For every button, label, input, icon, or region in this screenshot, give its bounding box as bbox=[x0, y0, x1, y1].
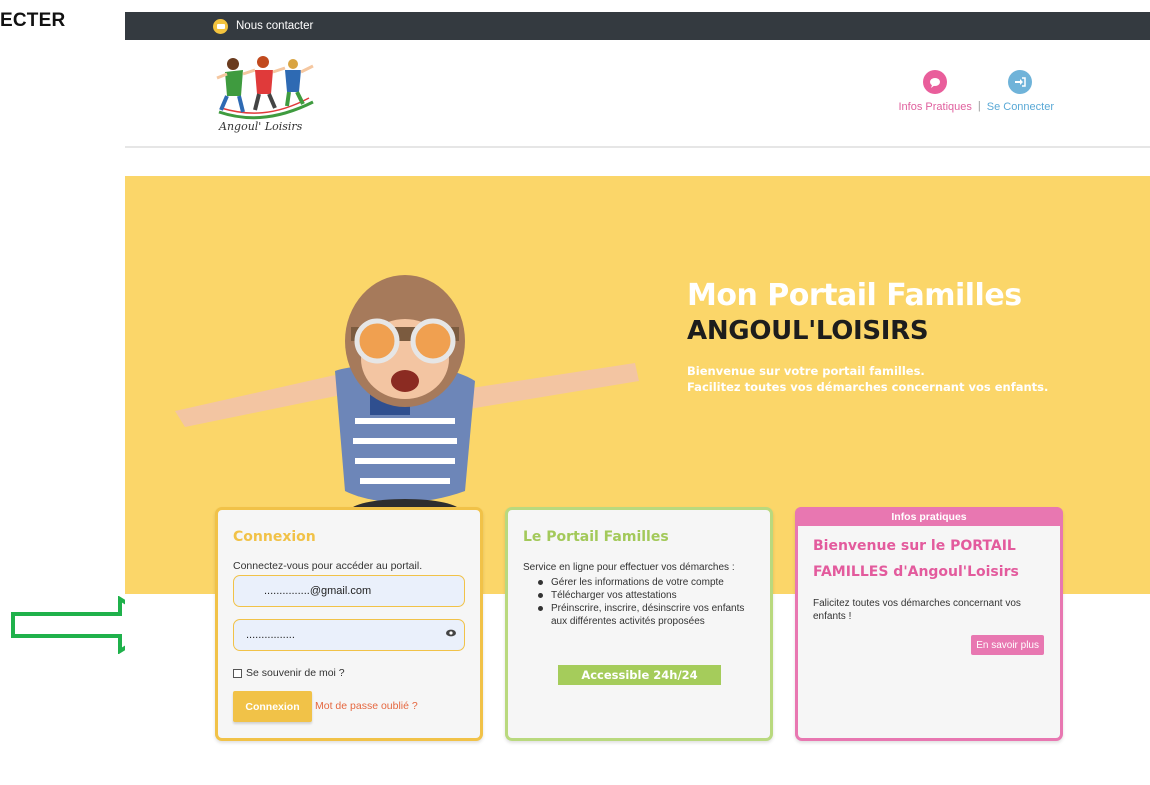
forgot-password-link[interactable]: Mot de passe oublié ? bbox=[315, 700, 418, 712]
list-item: Préinscrire, inscrire, désinscrire vos e… bbox=[538, 602, 763, 628]
infos-card-header: Infos pratiques bbox=[795, 507, 1063, 526]
angoul-loisirs-logo[interactable]: Angoul' Loisirs bbox=[213, 52, 323, 134]
login-card: Connexion Connectez-vous pour accéder au… bbox=[215, 507, 483, 741]
nav-connect-label[interactable]: Se Connecter bbox=[987, 101, 1054, 113]
portail-feature-list: Gérer les informations de votre compte T… bbox=[538, 576, 763, 628]
login-submit-button[interactable]: Connexion bbox=[233, 691, 312, 722]
nav-separator: | bbox=[977, 100, 981, 112]
login-intro: Connectez-vous pour accéder au portail. bbox=[233, 560, 423, 572]
hero-subtitle-line1: Bienvenue sur votre portail familles. bbox=[687, 364, 925, 378]
portail-familles-card: Le Portail Familles Service en ligne pou… bbox=[505, 507, 773, 741]
login-card-title: Connexion bbox=[233, 529, 316, 545]
top-bar: Nous contacter bbox=[125, 12, 1150, 40]
nav-infos-pratiques[interactable]: Infos Pratiques bbox=[899, 70, 972, 113]
portail-intro: Service en ligne pour effectuer vos déma… bbox=[523, 562, 735, 573]
cropped-side-label: ECTER bbox=[0, 10, 66, 31]
remember-me-label: Se souvenir de moi ? bbox=[246, 667, 345, 679]
contact-link[interactable]: Nous contacter bbox=[236, 20, 313, 32]
browser-viewport: Nous contacter Angoul' Loisirs Infos Pra… bbox=[125, 12, 1150, 785]
email-field[interactable]: ...............@gmail.com bbox=[233, 575, 465, 607]
learn-more-button[interactable]: En savoir plus bbox=[971, 635, 1044, 655]
password-field[interactable]: ................ bbox=[233, 619, 465, 651]
nav-se-connecter[interactable]: Se Connecter bbox=[987, 70, 1054, 113]
remember-me[interactable]: Se souvenir de moi ? bbox=[233, 667, 345, 679]
infos-card-description: Falicitez toutes vos démarches concernan… bbox=[813, 598, 1021, 622]
sign-in-icon[interactable] bbox=[1008, 70, 1033, 94]
infos-pratiques-card: Infos pratiques Bienvenue sur le PORTAIL… bbox=[795, 507, 1063, 741]
header-nav: Infos Pratiques | Se Connecter bbox=[899, 70, 1054, 113]
chat-bubble-icon[interactable] bbox=[923, 70, 948, 94]
password-value: ................ bbox=[246, 629, 295, 641]
svg-text:Angoul' Loisirs: Angoul' Loisirs bbox=[218, 120, 303, 133]
email-value: ...............@gmail.com bbox=[264, 585, 372, 597]
nav-infos-label[interactable]: Infos Pratiques bbox=[899, 101, 972, 113]
infos-card-title: Bienvenue sur le PORTAIL FAMILLES d'Ango… bbox=[813, 538, 1019, 580]
hero-title-brand: ANGOUL'LOISIRS bbox=[687, 316, 929, 346]
portail-card-title: Le Portail Familles bbox=[523, 529, 669, 545]
eye-icon[interactable] bbox=[446, 629, 456, 637]
list-item: Télécharger vos attestations bbox=[538, 589, 763, 602]
site-header: Angoul' Loisirs Infos Pratiques | Se Con… bbox=[125, 40, 1150, 148]
hero-subtitle-line2: Facilitez toutes vos démarches concernan… bbox=[687, 380, 1049, 394]
remember-me-checkbox[interactable] bbox=[233, 668, 242, 678]
list-item: Gérer les informations de votre compte bbox=[538, 576, 763, 589]
hero-title: Mon Portail Familles bbox=[687, 278, 1022, 313]
availability-badge: Accessible 24h/24 bbox=[558, 665, 721, 685]
mail-icon[interactable] bbox=[213, 18, 228, 34]
